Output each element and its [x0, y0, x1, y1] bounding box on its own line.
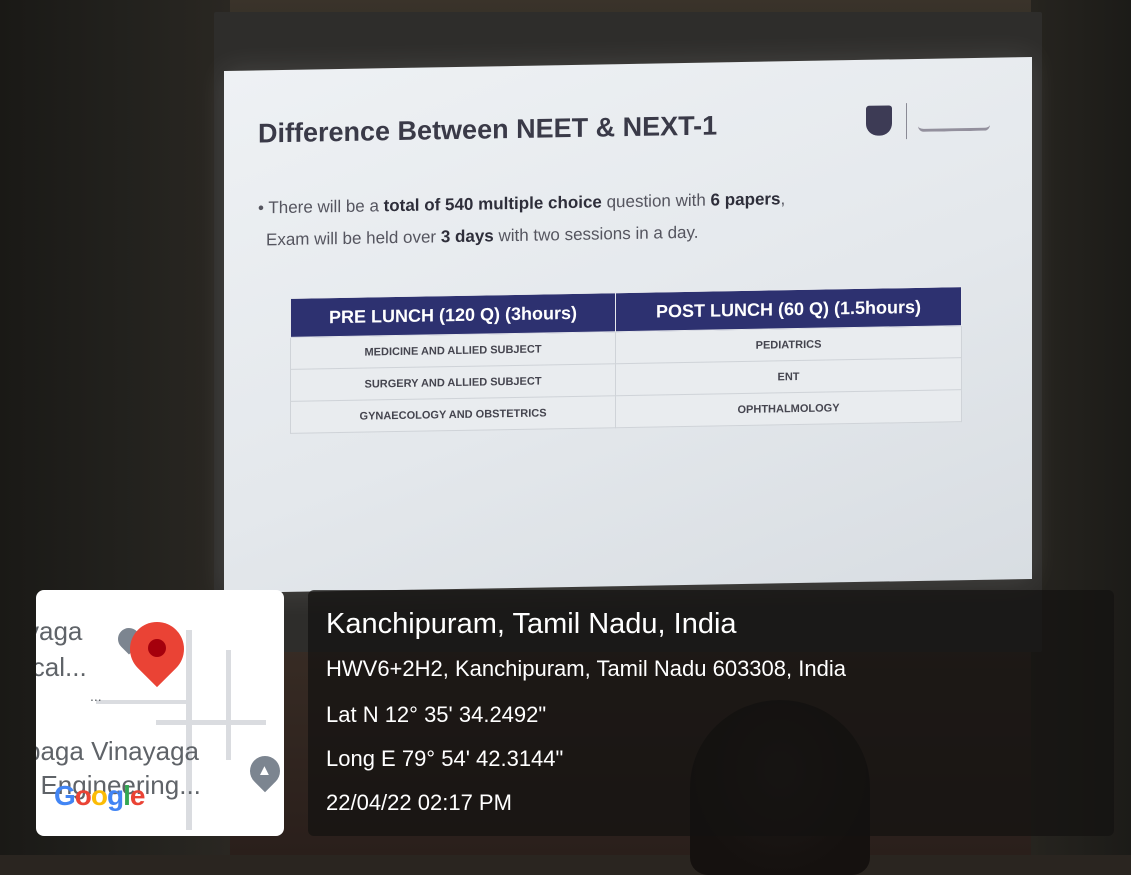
bullet-emphasis: total of 540 multiple choice	[383, 192, 602, 216]
map-road	[96, 700, 186, 704]
table-cell: OPHTHALMOLOGY	[615, 389, 962, 428]
projected-slide: Difference Between NEET & NEXT-1 • There…	[224, 56, 1032, 594]
google-logo: Google	[54, 780, 145, 811]
bullet-emphasis: 3 days	[440, 226, 494, 247]
bullet-text: • There will be a	[258, 196, 384, 218]
bullet-text: question with	[601, 190, 711, 212]
map-label: ...	[90, 688, 102, 704]
map-label: ical...	[36, 652, 87, 682]
slide-bullet: • There will be a total of 540 multiple …	[258, 180, 978, 257]
location-longitude: Long E 79° 54' 42.3144"	[326, 746, 564, 771]
location-address: HWV6+2H2, Kanchipuram, Tamil Nadu 603308…	[326, 656, 846, 681]
college-crest-icon	[866, 105, 892, 136]
bullet-emphasis: 6 papers	[710, 189, 781, 210]
table-header-cell: POST LUNCH (60 Q) (1.5hours)	[615, 286, 962, 332]
map-label: yaga	[36, 616, 83, 646]
slide-logos	[858, 102, 998, 144]
map-road	[156, 720, 266, 725]
table-header-cell: PRE LUNCH (120 Q) (3hours)	[290, 292, 616, 338]
bullet-text: Exam will be held over	[266, 227, 441, 250]
session-table: PRE LUNCH (120 Q) (3hours) POST LUNCH (6…	[290, 286, 962, 434]
geotag-info-panel: Kanchipuram, Tamil Nadu, India HWV6+2H2,…	[308, 590, 1114, 836]
graduation-cap-icon: ▲	[257, 762, 272, 779]
map-road	[226, 650, 231, 760]
location-latitude: Lat N 12° 35' 34.2492"	[326, 702, 547, 727]
map-label: paga Vinayaga	[36, 736, 200, 766]
slide-title: Difference Between NEET & NEXT-1	[258, 110, 718, 149]
location-datetime: 22/04/22 02:17 PM	[326, 790, 512, 815]
organization-logo-icon	[918, 111, 990, 132]
bullet-text: ,	[780, 189, 786, 209]
map-thumbnail[interactable]: yaga ical... ... paga Vinayaga f Enginee…	[36, 590, 284, 836]
bullet-text: with two sessions in a day.	[493, 222, 699, 246]
logo-divider	[906, 103, 907, 140]
location-place: Kanchipuram, Tamil Nadu, India	[326, 608, 737, 640]
table-cell: GYNAECOLOGY AND OBSTETRICS	[290, 395, 616, 434]
map-pin-center	[148, 639, 166, 657]
